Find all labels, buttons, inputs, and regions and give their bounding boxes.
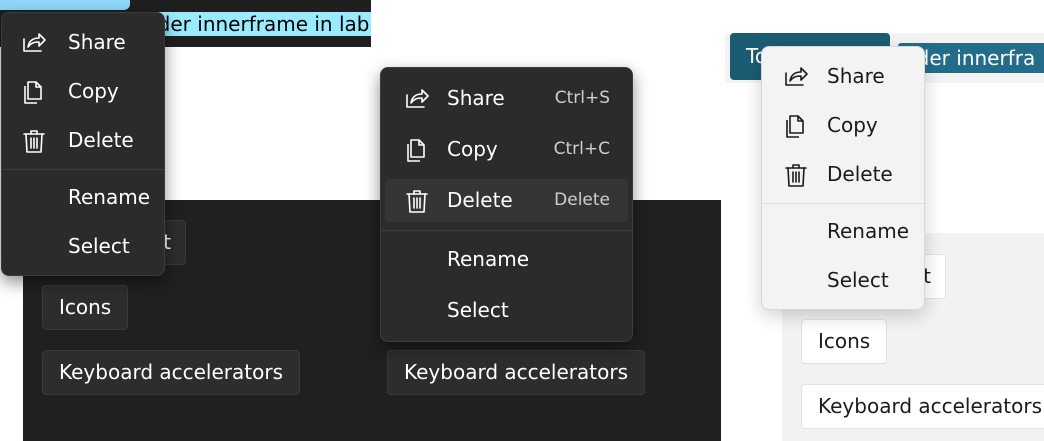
left-menu-item-rename[interactable]: Rename [6, 176, 160, 219]
middle-menu-item-delete[interactable]: Delete Delete [385, 179, 628, 222]
left-menu-item-select-label: Select [68, 234, 130, 258]
middle-menu-item-share-label: Share [447, 86, 505, 110]
middle-menu-item-delete-accelerator: Delete [554, 190, 610, 210]
middle-menu-separator [381, 230, 632, 231]
right-menu-item-rename[interactable]: Rename [766, 210, 920, 253]
middle-menu-item-rename-label: Rename [447, 247, 530, 271]
right-menu-item-delete-label: Delete [827, 162, 893, 186]
right-keyboard-accelerators-button[interactable]: Keyboard accelerators [801, 384, 1044, 429]
copy-icon [403, 136, 431, 164]
right-icons-button[interactable]: Icons [801, 319, 888, 364]
delete-icon [782, 161, 810, 189]
right-menu-item-share[interactable]: Share [766, 55, 920, 98]
delete-icon [20, 127, 48, 155]
left-menu-item-rename-label: Rename [68, 185, 151, 209]
middle-menu-item-copy[interactable]: Copy Ctrl+C [385, 128, 628, 171]
share-icon [403, 85, 431, 113]
middle-menu-item-rename[interactable]: Rename [385, 238, 628, 281]
left-innerframe-label: nder innerframe in lab [139, 12, 371, 36]
middle-keyboard-accelerators-button[interactable]: Keyboard accelerators [387, 350, 645, 395]
middle-menu-item-copy-label: Copy [447, 137, 498, 161]
left-context-menu: Share Copy Delete Rename Select [1, 12, 165, 276]
middle-menu-item-copy-accelerator: Ctrl+C [553, 139, 610, 159]
left-menu-item-share-label: Share [68, 30, 126, 54]
right-menu-item-rename-label: Rename [827, 219, 910, 243]
left-icons-button[interactable]: Icons [42, 285, 129, 330]
left-menu-item-copy[interactable]: Copy [6, 70, 160, 113]
copy-icon [782, 112, 810, 140]
middle-context-menu: Share Ctrl+S Copy Ctrl+C Delete Delete R… [380, 67, 633, 342]
right-menu-item-copy-label: Copy [827, 113, 878, 137]
share-icon [782, 63, 810, 91]
middle-menu-item-share[interactable]: Share Ctrl+S [385, 77, 628, 120]
middle-menu-item-share-accelerator: Ctrl+S [554, 88, 610, 108]
left-menu-item-select[interactable]: Select [6, 225, 160, 268]
right-menu-item-select[interactable]: Select [766, 259, 920, 302]
right-menu-item-select-label: Select [827, 268, 889, 292]
left-menu-item-copy-label: Copy [68, 79, 119, 103]
right-context-menu: Share Copy Delete Rename Select [761, 46, 925, 310]
share-icon [20, 29, 48, 57]
right-menu-separator [762, 203, 924, 204]
copy-icon [20, 78, 48, 106]
delete-icon [403, 187, 431, 215]
left-menu-item-delete-label: Delete [68, 128, 134, 152]
left-menu-separator [2, 169, 164, 170]
right-menu-item-copy[interactable]: Copy [766, 104, 920, 147]
middle-menu-item-select[interactable]: Select [385, 289, 628, 332]
right-menu-item-delete[interactable]: Delete [766, 153, 920, 196]
middle-menu-item-delete-label: Delete [447, 188, 513, 212]
right-menu-item-share-label: Share [827, 64, 885, 88]
left-accent-button[interactable] [0, 0, 130, 10]
left-keyboard-accelerators-button[interactable]: Keyboard accelerators [42, 350, 300, 395]
left-menu-item-delete[interactable]: Delete [6, 119, 160, 162]
middle-menu-item-select-label: Select [447, 298, 509, 322]
left-menu-item-share[interactable]: Share [6, 21, 160, 64]
